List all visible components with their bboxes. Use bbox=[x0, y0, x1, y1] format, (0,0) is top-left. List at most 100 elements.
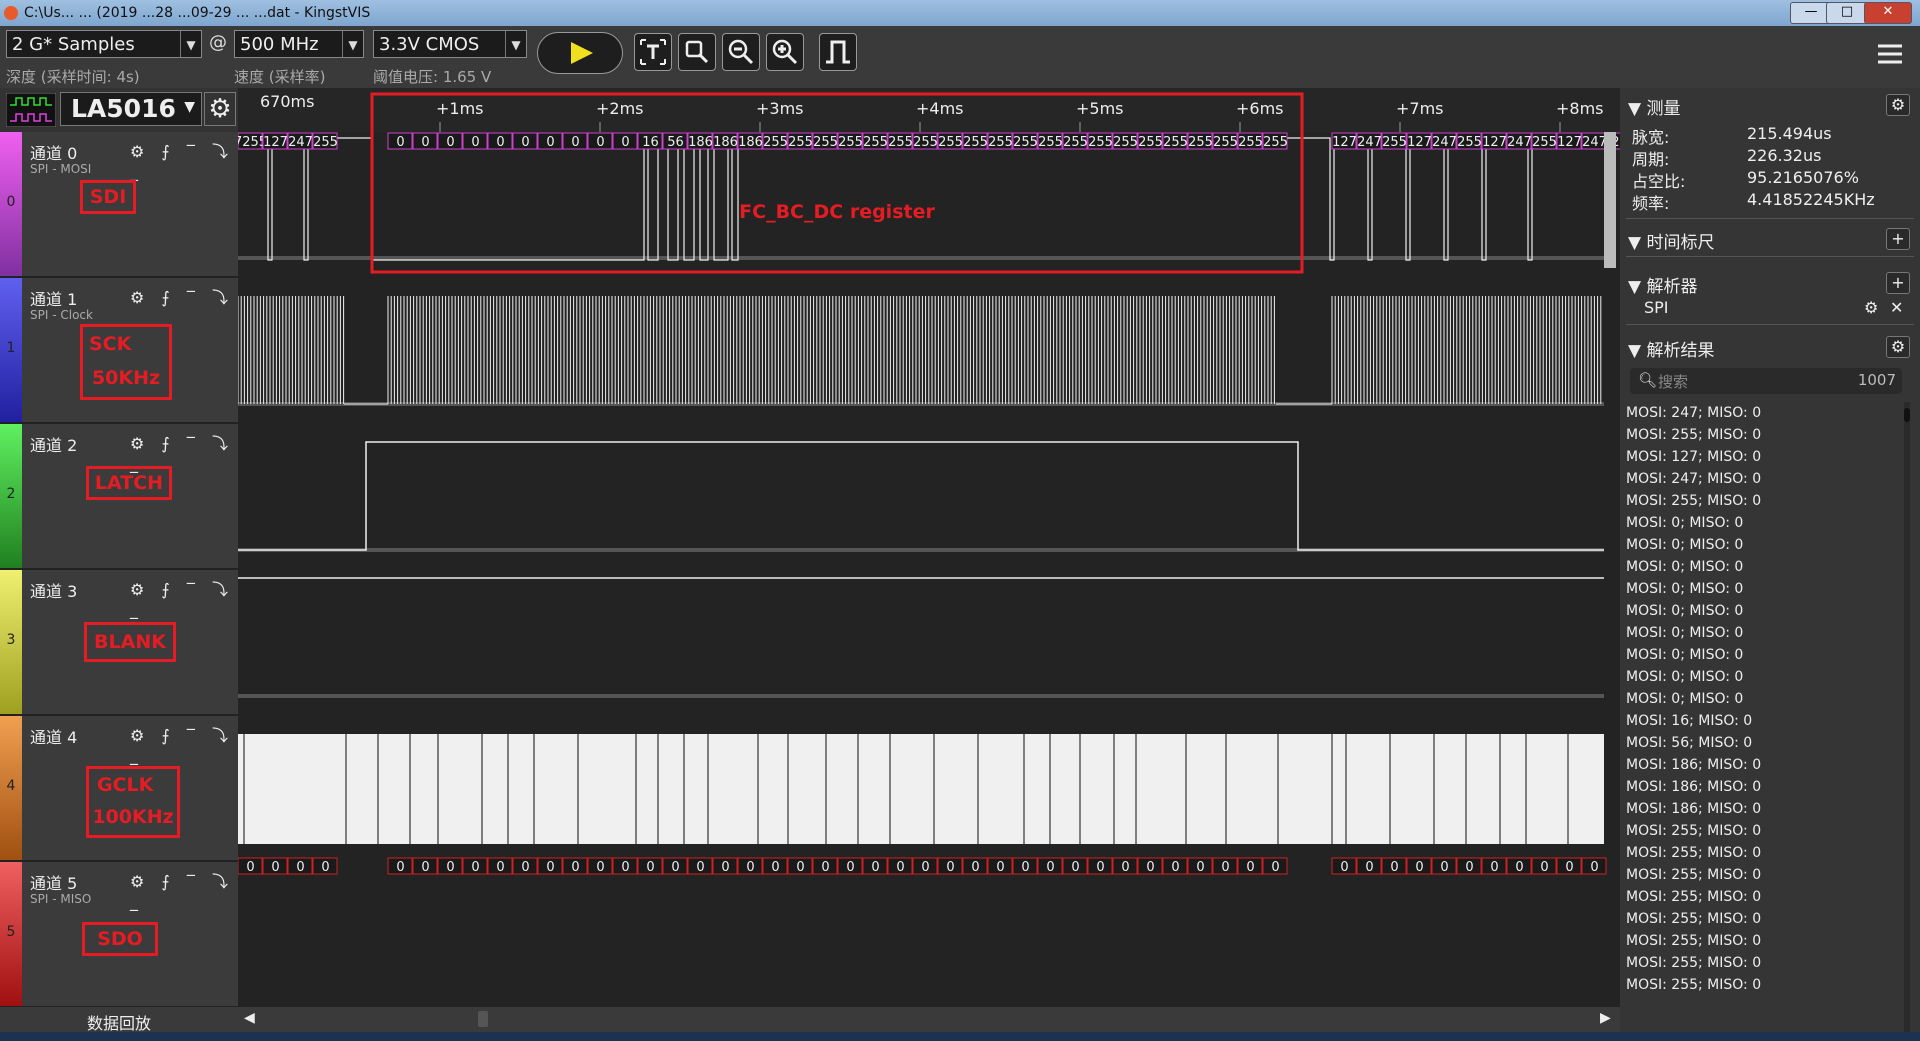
channel-0[interactable]: 0 通道 0 SPI - MOSI ⚙ ⨍ ‾ ⤵ _ SDI bbox=[0, 132, 238, 278]
result-row[interactable]: MOSI: 255; MISO: 0 bbox=[1626, 886, 1896, 908]
result-row[interactable]: MOSI: 247; MISO: 0 bbox=[1626, 468, 1896, 490]
mosi-mid-value: 0 bbox=[471, 135, 479, 150]
gear-icon[interactable]: ⚙ bbox=[1886, 94, 1910, 116]
analyzer-item-spi[interactable]: SPI bbox=[1644, 298, 1669, 317]
channel-panel: LA5016 ▼ ⚙ 0 通道 0 SPI - MOSI ⚙ ⨍ ‾ ⤵ _ S… bbox=[0, 88, 238, 1008]
results-section-header[interactable]: ▼ 解析结果 bbox=[1628, 336, 1714, 361]
zoom-in-button[interactable] bbox=[766, 33, 804, 71]
channel-2[interactable]: 2 通道 2 ⚙ ⨍ ‾ ⤵ _ LATCH bbox=[0, 424, 238, 570]
mosi-mid-value: 255 bbox=[813, 135, 838, 150]
device-selector[interactable]: LA5016 ▼ ⚙ bbox=[6, 92, 236, 128]
result-row[interactable]: MOSI: 255; MISO: 0 bbox=[1626, 864, 1896, 886]
waveform-canvas[interactable]: 670ms +1ms +2ms +3ms +4ms +5ms +6ms +7ms +8ms 7… bbox=[238, 88, 1620, 1006]
miso-mid-value: 0 bbox=[996, 860, 1004, 875]
data-playback-button[interactable]: 数据回放 bbox=[0, 1010, 238, 1034]
result-row[interactable]: MOSI: 186; MISO: 0 bbox=[1626, 776, 1896, 798]
channel-5[interactable]: 5 通道 5 SPI - MISO ⚙ ⨍ ‾ ⤵ _ SDO bbox=[0, 862, 238, 1008]
results-list[interactable]: MOSI: 247; MISO: 0 MOSI: 255; MISO: 0 MOSI… bbox=[1626, 402, 1896, 996]
gear-icon[interactable]: ⚙ bbox=[1864, 298, 1878, 317]
zoom-fit-button[interactable] bbox=[678, 33, 716, 71]
result-row[interactable]: MOSI: 56; MISO: 0 bbox=[1626, 732, 1896, 754]
result-row[interactable]: MOSI: 0; MISO: 0 bbox=[1626, 622, 1896, 644]
channel-1[interactable]: 1 通道 1 SPI - Clock ⚙ ⨍ ‾ ⤵ _ SCK 50KHz bbox=[0, 278, 238, 424]
results-scrollbar-thumb[interactable] bbox=[1904, 408, 1910, 422]
add-timemark-button[interactable]: + bbox=[1886, 228, 1910, 250]
scroll-left-icon[interactable]: ◀ bbox=[244, 1010, 255, 1026]
mosi-mid-value: 255 bbox=[1063, 135, 1088, 150]
register-annotation: FC_BC_DC register bbox=[739, 201, 935, 223]
main-menu-button[interactable] bbox=[1878, 42, 1902, 66]
voltage-select[interactable]: 3.3V CMOS ▼ bbox=[373, 30, 527, 58]
result-row[interactable]: MOSI: 255; MISO: 0 bbox=[1626, 952, 1896, 974]
analyzer-section-header[interactable]: ▼ 解析器 bbox=[1628, 272, 1697, 297]
gear-icon[interactable]: ⚙ bbox=[204, 92, 236, 126]
bottom-bar: 数据回放 ◀ ▶ bbox=[0, 1006, 1620, 1033]
chevron-down-icon: ▼ bbox=[180, 31, 201, 57]
maximize-button[interactable]: □ bbox=[1826, 2, 1868, 24]
channel-3[interactable]: 3 通道 3 ⚙ ⨍ ‾ ⤵ _ BLANK bbox=[0, 570, 238, 716]
timemark-section-header[interactable]: ▼ 时间标尺 bbox=[1628, 228, 1714, 253]
result-row[interactable]: MOSI: 16; MISO: 0 bbox=[1626, 710, 1896, 732]
frequency-label: 频率: bbox=[1632, 194, 1670, 213]
start-button[interactable] bbox=[537, 32, 623, 74]
result-row[interactable]: MOSI: 255; MISO: 0 bbox=[1626, 930, 1896, 952]
close-button[interactable]: ✕ bbox=[1864, 2, 1912, 24]
result-row[interactable]: MOSI: 186; MISO: 0 bbox=[1626, 754, 1896, 776]
zoom-out-button[interactable] bbox=[722, 33, 760, 71]
result-row[interactable]: MOSI: 255; MISO: 0 bbox=[1626, 974, 1896, 996]
chevron-down-icon: ▼ bbox=[342, 31, 363, 57]
vertical-scrollbar[interactable] bbox=[1604, 132, 1616, 268]
miso-mid-value: 0 bbox=[821, 860, 829, 875]
device-name: LA5016 bbox=[71, 94, 176, 123]
search-input[interactable]: 🔍︎ 搜索 1007 bbox=[1630, 368, 1902, 394]
time-tick-label: +1ms bbox=[436, 99, 484, 118]
channel-trigger-icons[interactable]: ⚙ ⨍ ‾ ⤵ _ bbox=[130, 284, 238, 327]
time-tick-label: +4ms bbox=[916, 99, 964, 118]
channel-trigger-icons[interactable]: ⚙ ⨍ ‾ ⤵ _ bbox=[130, 138, 238, 181]
text-cursor-button[interactable] bbox=[634, 33, 672, 71]
result-row[interactable]: MOSI: 247; MISO: 0 bbox=[1626, 402, 1896, 424]
channel-number: 2 bbox=[6, 486, 16, 502]
channel-4[interactable]: 4 通道 4 ⚙ ⨍ ‾ ⤵ _ GCLK 100KHz bbox=[0, 716, 238, 862]
mosi-mid-value: 255 bbox=[763, 135, 788, 150]
result-row[interactable]: MOSI: 0; MISO: 0 bbox=[1626, 556, 1896, 578]
result-row[interactable]: MOSI: 0; MISO: 0 bbox=[1626, 666, 1896, 688]
scroll-right-icon[interactable]: ▶ bbox=[1600, 1010, 1611, 1026]
latch-signal bbox=[238, 441, 1604, 551]
result-row[interactable]: MOSI: 0; MISO: 0 bbox=[1626, 600, 1896, 622]
add-analyzer-button[interactable]: + bbox=[1886, 272, 1910, 294]
result-row[interactable]: MOSI: 0; MISO: 0 bbox=[1626, 688, 1896, 710]
result-row[interactable]: MOSI: 255; MISO: 0 bbox=[1626, 820, 1896, 842]
channel-trigger-icons[interactable]: ⚙ ⨍ ‾ ⤵ _ bbox=[130, 576, 238, 619]
gear-icon[interactable]: ⚙ bbox=[1886, 336, 1910, 358]
mosi-mid-value: 186 bbox=[738, 135, 763, 150]
waveform-area[interactable]: 670ms +1ms +2ms +3ms +4ms +5ms +6ms +7ms +8ms 7… bbox=[238, 88, 1620, 1006]
close-icon[interactable]: ✕ bbox=[1890, 298, 1903, 317]
mosi-mid-value: 255 bbox=[863, 135, 888, 150]
measure-section-header[interactable]: ▼ 测量 bbox=[1628, 94, 1680, 119]
channel-number: 3 bbox=[6, 632, 16, 648]
result-row[interactable]: MOSI: 0; MISO: 0 bbox=[1626, 578, 1896, 600]
result-row[interactable]: MOSI: 0; MISO: 0 bbox=[1626, 644, 1896, 666]
search-placeholder: 搜索 bbox=[1658, 373, 1689, 391]
channel-protocol: SPI - MISO bbox=[30, 892, 92, 906]
results-scrollbar-track[interactable] bbox=[1904, 402, 1910, 1032]
result-row[interactable]: MOSI: 0; MISO: 0 bbox=[1626, 534, 1896, 556]
miso-right-value: 0 bbox=[1390, 860, 1398, 875]
channel-trigger-icons[interactable]: ⚙ ⨍ ‾ ⤵ _ bbox=[130, 722, 238, 765]
result-row[interactable]: MOSI: 0; MISO: 0 bbox=[1626, 512, 1896, 534]
result-row[interactable]: MOSI: 255; MISO: 0 bbox=[1626, 490, 1896, 512]
result-row[interactable]: MOSI: 255; MISO: 0 bbox=[1626, 842, 1896, 864]
samples-select[interactable]: 2 G* Samples ▼ bbox=[6, 30, 202, 58]
miso-mid-value: 0 bbox=[521, 860, 529, 875]
result-row[interactable]: MOSI: 186; MISO: 0 bbox=[1626, 798, 1896, 820]
pulse-button[interactable] bbox=[819, 33, 857, 71]
result-row[interactable]: MOSI: 255; MISO: 0 bbox=[1626, 908, 1896, 930]
rate-select[interactable]: 500 MHz ▼ bbox=[234, 30, 364, 58]
channel-trigger-icons[interactable]: ⚙ ⨍ ‾ ⤵ _ bbox=[130, 868, 238, 911]
result-row[interactable]: MOSI: 255; MISO: 0 bbox=[1626, 424, 1896, 446]
miso-mid-value: 0 bbox=[546, 860, 554, 875]
horizontal-scrollbar-thumb[interactable] bbox=[478, 1011, 488, 1027]
result-row[interactable]: MOSI: 127; MISO: 0 bbox=[1626, 446, 1896, 468]
measure-title: 测量 bbox=[1646, 99, 1681, 119]
